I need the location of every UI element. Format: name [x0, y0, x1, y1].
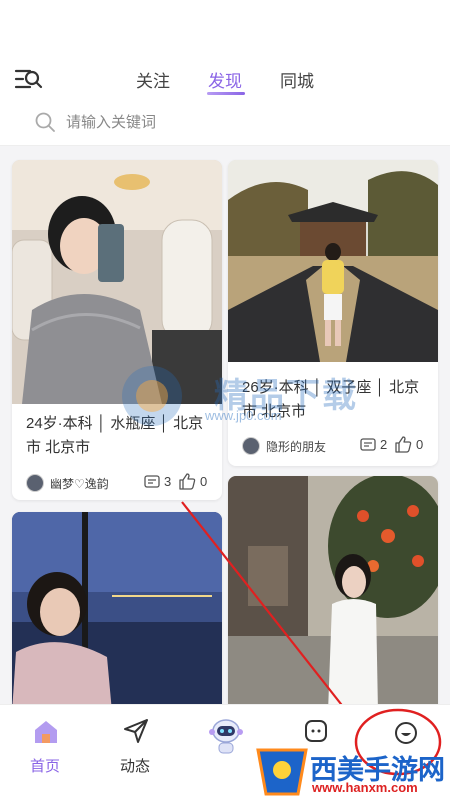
tab-follow[interactable]: 关注	[136, 67, 170, 92]
feed-card[interactable]: 24岁·本科 │ 水瓶座 │ 北京 市 北京市 幽梦♡逸韵 3 0	[12, 160, 222, 500]
comment-count: 2	[380, 437, 388, 452]
profile-photo	[12, 512, 222, 712]
site-logo-url: www.hanxm.com	[312, 780, 418, 795]
search-input[interactable]	[66, 110, 366, 134]
like-count: 0	[200, 474, 208, 489]
thumbs-up-icon[interactable]	[394, 436, 412, 453]
nav-assistant[interactable]	[190, 705, 260, 785]
search-icon	[35, 112, 55, 132]
home-icon	[35, 721, 57, 743]
search-bar	[0, 100, 450, 146]
watermark-logo-icon	[122, 366, 182, 426]
watermark-url: www.jp0.com	[205, 408, 282, 423]
feed-card[interactable]	[228, 476, 438, 712]
profile-face-icon	[395, 722, 417, 744]
card-description-line2: 市 北京市	[26, 439, 91, 456]
profile-photo	[228, 160, 438, 362]
send-icon	[124, 719, 148, 743]
active-tab-indicator	[207, 92, 245, 95]
card-meta: 隐形的朋友 2 0	[242, 436, 424, 456]
robot-icon	[209, 719, 243, 754]
nav-moments-label: 动态	[119, 758, 150, 775]
avatar[interactable]	[26, 474, 44, 492]
card-meta: 幽梦♡逸韵 3 0	[26, 473, 208, 493]
comment-count: 3	[164, 474, 172, 489]
status-bar-area	[0, 0, 450, 58]
tab-discover[interactable]: 发现	[208, 67, 242, 92]
thumbs-up-icon[interactable]	[178, 473, 196, 490]
nav-home[interactable]: 首页	[10, 705, 80, 785]
username[interactable]: 幽梦♡逸韵	[50, 475, 109, 492]
menu-search-icon[interactable]	[14, 66, 44, 92]
feed-card[interactable]	[12, 512, 222, 712]
username[interactable]: 隐形的朋友	[266, 438, 326, 455]
like-count: 0	[416, 437, 424, 452]
nav-home-label: 首页	[29, 758, 60, 775]
top-navigation: 关注 发现 同城	[0, 58, 450, 100]
avatar[interactable]	[242, 437, 260, 455]
message-icon	[305, 720, 327, 742]
nav-moments[interactable]: 动态	[100, 705, 170, 785]
profile-photo	[228, 476, 438, 712]
tab-nearby[interactable]: 同城	[280, 67, 314, 92]
comment-icon[interactable]	[360, 438, 376, 453]
comment-icon[interactable]	[144, 475, 160, 490]
